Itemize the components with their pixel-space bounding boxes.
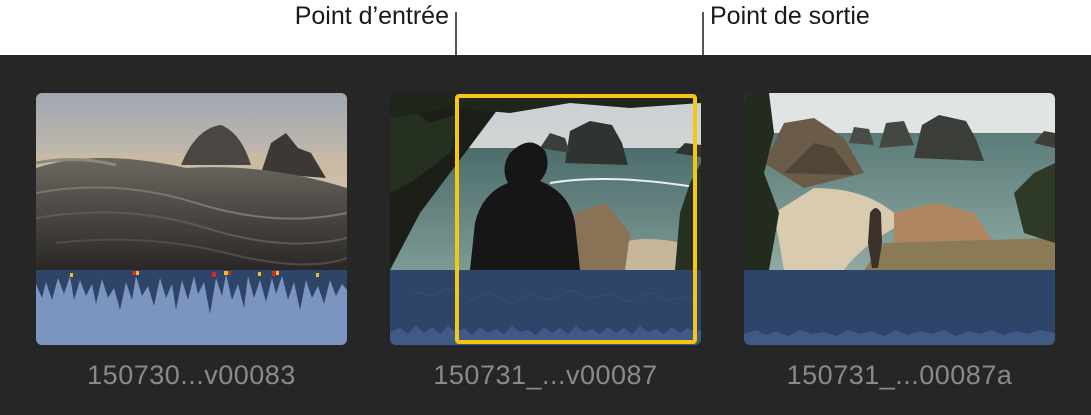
clip-thumbnail-1 — [36, 93, 347, 270]
clip-filmstrip-3[interactable] — [744, 93, 1055, 345]
clip-name-3: 150731_...00087a — [786, 360, 1013, 390]
clip-name-2: 150731_...v00087 — [433, 360, 658, 390]
clip-browser: 150730...v00083 150731_...v00087 150731_… — [0, 55, 1091, 415]
clip-filmstrip-1[interactable] — [36, 93, 347, 345]
in-point-callout: Point d’entrée — [294, 2, 449, 30]
clip-name-1: 150730...v00083 — [87, 360, 296, 390]
clip-thumbnail-3 — [744, 93, 1055, 270]
out-point-callout: Point de sortie — [710, 2, 870, 30]
audio-waveform-3 — [744, 270, 1055, 345]
callout-area: Point d’entrée Point de sortie — [0, 0, 1091, 92]
range-selection[interactable] — [455, 94, 697, 344]
audio-waveform-1 — [36, 270, 347, 345]
